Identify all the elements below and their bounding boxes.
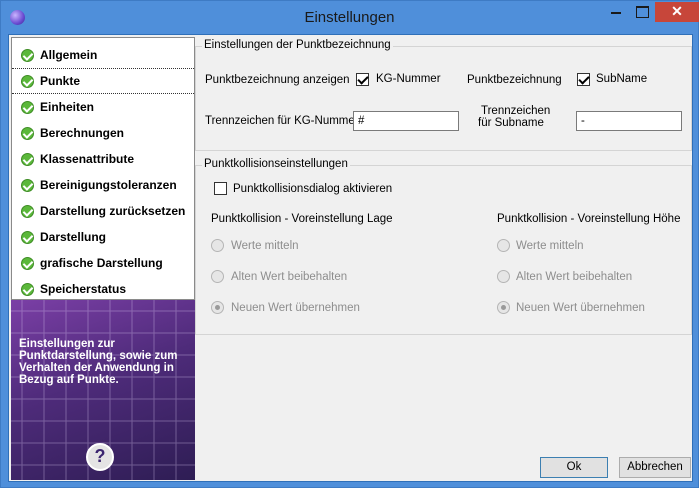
sidebar-item-label: Einheiten: [40, 100, 95, 114]
sidebar-item-grafische-darstellung[interactable]: grafische Darstellung: [12, 250, 194, 276]
height-keep-old-radio[interactable]: [497, 270, 510, 283]
sidebar-info-panel: Einstellungen zur Punktdarstellung, sowi…: [11, 300, 195, 480]
separator-sub-label-line1: Trennzeichen: [481, 105, 551, 117]
position-take-new-label: Neuen Wert übernehmen: [231, 302, 360, 314]
separator-kg-label: Trennzeichen für KG-Nummer: [205, 115, 359, 127]
sidebar-item-label: Darstellung: [40, 230, 107, 244]
sidebar-item-punkte[interactable]: Punkte: [12, 68, 194, 94]
sidebar-item-allgemein[interactable]: Allgemein: [12, 42, 194, 68]
sidebar-item-label: Berechnungen: [40, 126, 125, 140]
collision-dialog-label: Punktkollisionsdialog aktivieren: [233, 183, 393, 195]
settings-window: Einstellungen ✕ Allgemein Punkte Einheit…: [0, 0, 699, 488]
group-title: Punktkollisionseinstellungen: [202, 158, 350, 170]
window-title: Einstellungen: [304, 9, 395, 26]
collision-group: Punktkollisionseinstellungen Punktkollis…: [195, 158, 692, 335]
sidebar-item-label: Allgemein: [40, 48, 98, 62]
height-keep-old-label: Alten Wert beibehalten: [516, 271, 633, 283]
sidebar-item-darstellung-zuruecksetzen[interactable]: Darstellung zurücksetzen: [12, 198, 194, 224]
position-keep-old-label: Alten Wert beibehalten: [231, 271, 348, 283]
sidebar-item-label: Punkte: [40, 74, 81, 88]
sidebar: Allgemein Punkte Einheiten Berechnungen …: [11, 37, 195, 480]
kg-number-checkbox[interactable]: [356, 73, 369, 86]
collision-position-title: Punktkollision - Voreinstellung Lage: [211, 213, 393, 225]
maximize-button[interactable]: [629, 2, 655, 22]
check-circle-icon: [21, 152, 34, 166]
check-circle-icon: [21, 74, 34, 88]
sidebar-description: Einstellungen zur Punktdarstellung, sowi…: [19, 338, 178, 386]
collision-height-title: Punktkollision - Voreinstellung Höhe: [497, 213, 681, 225]
position-keep-old-radio[interactable]: [211, 270, 224, 283]
check-circle-icon: [21, 282, 34, 296]
check-circle-icon: [21, 178, 34, 192]
height-take-new-label: Neuen Wert übernehmen: [516, 302, 645, 314]
group-title: Einstellungen der Punktbezeichnung: [202, 39, 393, 51]
resize-grip[interactable]: [681, 470, 691, 480]
close-button[interactable]: ✕: [655, 2, 699, 22]
minimize-button[interactable]: [603, 2, 629, 22]
check-circle-icon: [21, 126, 34, 140]
check-circle-icon: [21, 48, 34, 62]
height-take-new-radio[interactable]: [497, 301, 510, 314]
sidebar-nav: Allgemein Punkte Einheiten Berechnungen …: [11, 37, 195, 300]
check-circle-icon: [21, 100, 34, 114]
help-icon[interactable]: ?: [86, 443, 114, 471]
subname-checkbox[interactable]: [577, 73, 590, 86]
sidebar-item-bereinigungstoleranzen[interactable]: Bereinigungstoleranzen: [12, 172, 194, 198]
sidebar-item-label: Bereinigungstoleranzen: [40, 178, 177, 192]
check-circle-icon: [21, 256, 34, 270]
dialog-client-area: Allgemein Punkte Einheiten Berechnungen …: [8, 34, 693, 482]
point-name-label: Punktbezeichnung: [467, 74, 562, 86]
separator-kg-input[interactable]: [353, 111, 459, 131]
check-circle-icon: [21, 230, 34, 244]
sidebar-item-klassenattribute[interactable]: Klassenattribute: [12, 146, 194, 172]
sidebar-item-label: grafische Darstellung: [40, 256, 163, 270]
sidebar-item-speicherstatus[interactable]: Speicherstatus: [12, 276, 194, 302]
sidebar-item-label: Speicherstatus: [40, 282, 127, 296]
collision-dialog-checkbox[interactable]: [214, 182, 227, 195]
title-bar[interactable]: Einstellungen ✕: [1, 1, 699, 34]
position-take-new-radio[interactable]: [211, 301, 224, 314]
sidebar-item-label: Darstellung zurücksetzen: [40, 204, 186, 218]
sidebar-item-darstellung[interactable]: Darstellung: [12, 224, 194, 250]
sidebar-item-berechnungen[interactable]: Berechnungen: [12, 120, 194, 146]
sidebar-item-label: Klassenattribute: [40, 152, 135, 166]
position-average-label: Werte mitteln: [231, 240, 299, 252]
subname-label: SubName: [596, 73, 648, 85]
point-naming-group: Einstellungen der Punktbezeichnung Punkt…: [195, 39, 692, 151]
position-average-radio[interactable]: [211, 239, 224, 252]
separator-sub-input[interactable]: [576, 111, 682, 131]
ok-button[interactable]: Ok: [540, 457, 608, 478]
sidebar-item-einheiten[interactable]: Einheiten: [12, 94, 194, 120]
kg-number-label: KG-Nummer: [376, 73, 441, 85]
separator-sub-label-line2: für Subname: [478, 117, 544, 129]
show-label-label: Punktbezeichnung anzeigen: [205, 74, 350, 86]
check-circle-icon: [21, 204, 34, 218]
height-average-radio[interactable]: [497, 239, 510, 252]
height-average-label: Werte mitteln: [516, 240, 584, 252]
